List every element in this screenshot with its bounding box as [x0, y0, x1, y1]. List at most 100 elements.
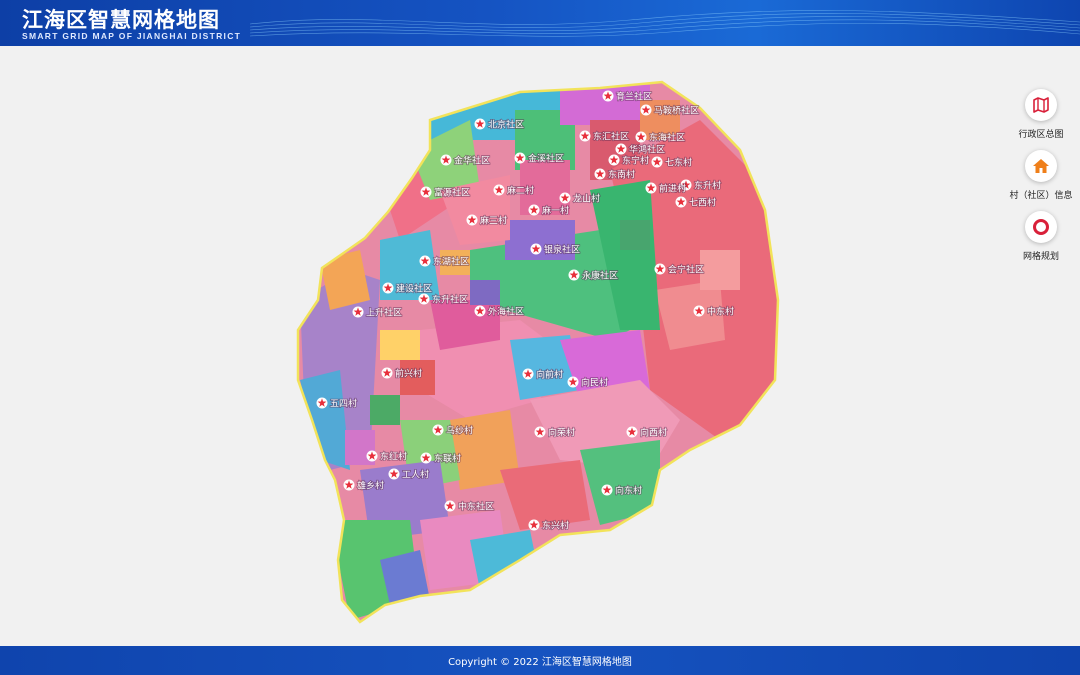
village-marker[interactable]: 向西村: [626, 426, 668, 439]
village-label: 会宁社区: [668, 264, 704, 276]
admin-map-label: 行政区总图: [1018, 130, 1064, 140]
footer-bar: Copyright © 2022 江海区智慧网格地图: [0, 646, 1080, 675]
map-icon: [1033, 97, 1049, 113]
village-marker[interactable]: 北京社区: [474, 118, 525, 131]
village-label: 育兰社区: [616, 91, 652, 103]
village-marker[interactable]: 东汇社区: [579, 130, 630, 143]
village-marker[interactable]: 麻二村: [493, 184, 535, 197]
village-marker[interactable]: 前兴村: [381, 367, 423, 380]
village-marker[interactable]: 中东社区: [444, 500, 495, 513]
village-label: 工人村: [402, 469, 429, 481]
village-marker[interactable]: 七东村: [651, 156, 693, 169]
header-bar: 江海区智慧网格地图 SMART GRID MAP OF JIANGHAI DIS…: [0, 0, 1080, 46]
village-marker[interactable]: 东南村: [594, 168, 636, 181]
village-label: 东汇社区: [593, 131, 629, 143]
village-marker[interactable]: 永康社区: [568, 269, 619, 282]
village-label: 乌纱村: [446, 425, 473, 437]
village-label: 建设社区: [396, 283, 432, 295]
village-marker[interactable]: 向民村: [567, 376, 609, 389]
header-wave-decoration: [250, 10, 1080, 37]
village-label: 东宁村: [622, 155, 649, 167]
village-info-button[interactable]: [1025, 150, 1057, 182]
tool-grid-plan[interactable]: 网格规划: [1001, 211, 1080, 262]
tool-village-info[interactable]: 村（社区）信息: [1001, 150, 1080, 201]
village-label: 东红村: [380, 451, 407, 463]
village-marker[interactable]: 前进村: [645, 182, 687, 195]
village-marker[interactable]: 东联村: [420, 452, 462, 465]
village-marker[interactable]: 东海社区: [635, 131, 686, 144]
village-marker[interactable]: 华鸿社区: [615, 143, 666, 156]
house-icon: [1033, 159, 1049, 173]
village-marker[interactable]: 工人村: [388, 468, 430, 481]
village-marker[interactable]: 麻三村: [466, 214, 508, 227]
village-marker[interactable]: 外海社区: [474, 305, 525, 318]
village-label: 向东村: [615, 485, 642, 497]
village-marker[interactable]: 乌纱村: [432, 424, 474, 437]
app-title: 江海区智慧网格地图: [22, 8, 220, 32]
village-marker[interactable]: 雄乡村: [343, 479, 385, 492]
village-label: 东联村: [434, 453, 461, 465]
village-marker[interactable]: 上升社区: [352, 306, 403, 319]
village-marker[interactable]: 会宁社区: [654, 263, 705, 276]
village-marker[interactable]: 富源社区: [420, 186, 471, 199]
village-label: 麻三村: [480, 215, 507, 227]
village-marker[interactable]: 育兰社区: [602, 90, 653, 103]
village-label: 龙山村: [573, 193, 600, 205]
village-label: 麻二村: [507, 185, 534, 197]
village-marker[interactable]: 东湖社区: [419, 255, 470, 268]
village-label: 五四村: [330, 398, 357, 410]
ring-icon: [1033, 219, 1049, 235]
village-label: 东升社区: [432, 294, 468, 306]
village-marker[interactable]: 东升社区: [418, 293, 469, 306]
village-marker[interactable]: 东升村: [680, 179, 722, 192]
admin-map-button[interactable]: [1025, 89, 1057, 121]
map-viewport[interactable]: 育兰社区 马鞍桥社区北京社区东汇社区 东海社区 华鸿社区 七东村 东宁村 金华社区 金溪社区东…: [0, 46, 1080, 646]
village-label: 北京社区: [488, 119, 524, 131]
village-label: 七东村: [665, 157, 692, 169]
grid-plan-button[interactable]: [1025, 211, 1057, 243]
village-label: 永康社区: [582, 270, 618, 282]
village-marker[interactable]: 东宁村: [608, 154, 650, 167]
village-marker[interactable]: 中东村: [693, 305, 735, 318]
village-marker[interactable]: 向荣村: [534, 426, 576, 439]
village-marker[interactable]: 金溪社区: [514, 152, 565, 165]
village-marker[interactable]: 建设社区: [382, 282, 433, 295]
village-info-label: 村（社区）信息: [1009, 191, 1073, 201]
village-label: 七西村: [689, 197, 716, 209]
village-label: 富源社区: [434, 187, 470, 199]
village-marker[interactable]: 向前村: [522, 368, 564, 381]
village-marker[interactable]: 东红村: [366, 450, 408, 463]
village-label: 金溪社区: [528, 153, 564, 165]
village-marker[interactable]: 金华社区: [440, 154, 491, 167]
app-subtitle: SMART GRID MAP OF JIANGHAI DISTRICT: [22, 31, 242, 41]
district-map[interactable]: 育兰社区马鞍桥社区北京社区东汇社区 东海社区华鸿社区七东村 东宁村 金华社区 金溪社区东…: [0, 46, 1080, 646]
village-label: 上升社区: [366, 307, 402, 319]
village-marker[interactable]: 五四村: [316, 397, 358, 410]
village-label: 华鸿社区: [629, 144, 665, 156]
village-marker[interactable]: 东兴村: [528, 519, 570, 532]
village-marker[interactable]: 银泉社区: [530, 243, 581, 256]
village-marker[interactable]: 麻一村: [528, 204, 570, 217]
village-label: 马鞍桥社区: [654, 105, 699, 117]
village-label: 向西村: [640, 427, 667, 439]
tool-admin-map[interactable]: 行政区总图: [1001, 89, 1080, 140]
copyright-text: Copyright © 2022 江海区智慧网格地图: [448, 657, 632, 668]
village-marker[interactable]: 龙山村: [559, 192, 601, 205]
village-label: 东兴村: [542, 520, 569, 532]
village-label: 向前村: [536, 369, 563, 381]
village-marker[interactable]: 向东村: [601, 484, 643, 497]
village-label: 外海社区: [488, 306, 524, 318]
village-label: 中东社区: [458, 501, 494, 513]
village-label: 东湖社区: [433, 256, 469, 268]
village-label: 前兴村: [395, 368, 422, 380]
village-label: 金华社区: [454, 155, 490, 167]
village-label: 雄乡村: [357, 480, 384, 492]
village-label: 银泉社区: [544, 244, 580, 256]
village-label: 前进村: [659, 183, 686, 195]
village-marker[interactable]: 七西村: [675, 196, 717, 209]
village-label: 向荣村: [548, 427, 575, 439]
village-label: 东南村: [608, 169, 635, 181]
village-label: 东升村: [694, 180, 721, 192]
village-label: 麻一村: [542, 205, 569, 217]
village-label: 中东村: [707, 306, 734, 318]
